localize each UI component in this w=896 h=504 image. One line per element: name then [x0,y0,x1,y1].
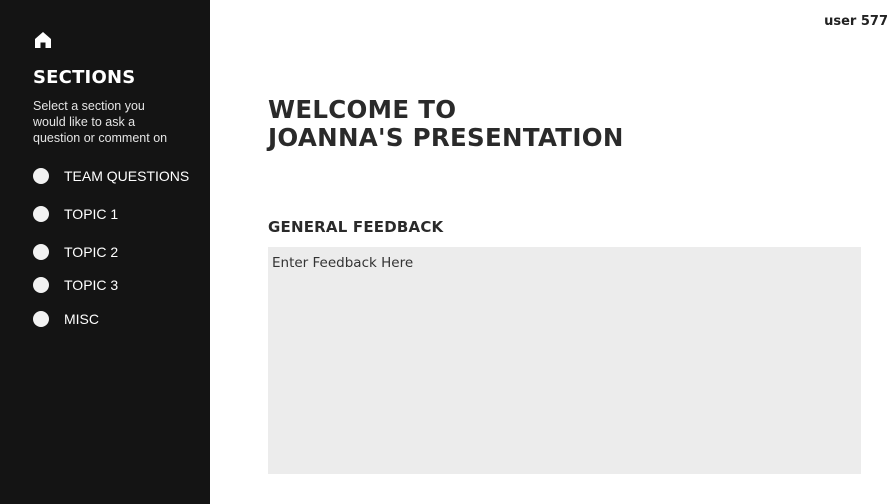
feedback-input[interactable] [268,247,861,474]
radio-dot-icon [33,244,49,260]
page-title-line-2: JOANNA'S PRESENTATION [268,123,624,152]
sidebar-item-team-questions[interactable]: TEAM QUESTIONS [33,168,189,184]
sidebar-title: SECTIONS [33,67,136,88]
app-root: SECTIONS Select a section you would like… [0,0,896,504]
page-title: WELCOME TO JOANNA'S PRESENTATION [268,96,624,152]
sidebar-item-topic-1[interactable]: TOPIC 1 [33,206,118,222]
sidebar-item-misc[interactable]: MISC [33,311,99,327]
sidebar-item-label: TOPIC 1 [64,206,119,222]
sidebar-item-topic-3[interactable]: TOPIC 3 [33,277,118,293]
sidebar-item-topic-2[interactable]: TOPIC 2 [33,244,118,260]
radio-dot-icon [33,277,49,293]
radio-dot-icon [33,311,49,327]
sidebar-item-label: TOPIC 3 [64,277,119,293]
sidebar-item-label: MISC [64,311,99,327]
home-button[interactable] [33,30,55,50]
radio-dot-icon [33,206,49,222]
page-title-line-1: WELCOME TO [268,95,457,124]
home-icon [33,30,55,50]
feedback-heading: GENERAL FEEDBACK [268,218,444,236]
sidebar: SECTIONS Select a section you would like… [0,0,210,504]
sidebar-item-label: TOPIC 2 [64,244,119,260]
sidebar-description: Select a section you would like to ask a… [33,99,168,145]
sidebar-item-label: TEAM QUESTIONS [64,168,190,184]
user-label: user 577 [824,14,888,29]
radio-dot-icon [33,168,49,184]
